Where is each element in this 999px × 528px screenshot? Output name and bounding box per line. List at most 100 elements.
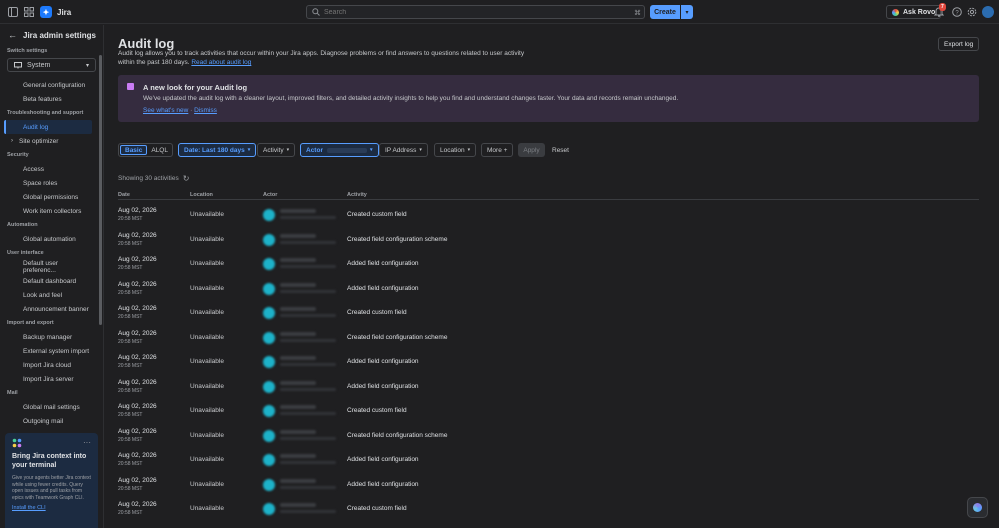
see-whats-new-link[interactable]: See what's new xyxy=(143,107,188,114)
reset-button[interactable]: Reset xyxy=(552,143,569,157)
sidebar-item-import-jira-server[interactable]: Import Jira server xyxy=(4,372,92,386)
actor-name-redacted xyxy=(280,380,316,385)
sidebar-item-outgoing-mail[interactable]: Outgoing mail xyxy=(4,414,92,428)
rovo-chat-button[interactable] xyxy=(967,497,988,518)
sidebar-item-external-system-import[interactable]: External system import xyxy=(4,344,92,358)
row-time: 20:58 MST xyxy=(118,338,143,345)
sidebar-item-general-configuration[interactable]: General configuration xyxy=(4,78,92,92)
actor-email-redacted xyxy=(280,436,336,440)
app-switcher-icon[interactable] xyxy=(22,5,36,19)
column-header-location[interactable]: Location xyxy=(190,192,213,198)
section-automation: Automation xyxy=(7,222,38,228)
settings-gear-icon[interactable] xyxy=(965,5,979,19)
sidebar-item-space-roles[interactable]: Space roles xyxy=(4,176,92,190)
jira-home-link[interactable]: ✦ Jira xyxy=(40,6,71,18)
activity-count: Showing 30 activities ↻ xyxy=(118,174,189,183)
install-cli-link[interactable]: Install the CLI xyxy=(12,505,91,511)
new-look-banner: A new look for your Audit log We've upda… xyxy=(118,75,979,122)
table-row[interactable]: Aug 02, 2026 20:58 MST Unavailable Added fi… xyxy=(118,252,979,277)
column-header-actor[interactable]: Actor xyxy=(263,192,277,198)
actor-name-redacted xyxy=(280,503,316,507)
table-row[interactable]: Aug 02, 2026 20:58 MST Unavailable Created … xyxy=(118,326,979,351)
table-row[interactable]: Aug 02, 2026 20:58 MST Unavailable Created … xyxy=(118,497,979,522)
more-filters-button[interactable]: More + xyxy=(481,143,514,157)
create-dropdown-chevron-icon[interactable]: ▾ xyxy=(681,5,693,19)
row-date: Aug 02, 2026 xyxy=(118,329,157,337)
table-row[interactable]: Aug 02, 2026 20:58 MST Unavailable Added fi… xyxy=(118,375,979,400)
user-avatar[interactable] xyxy=(982,6,994,18)
location-filter[interactable]: Location ▾ xyxy=(434,143,477,157)
ask-rovo-button[interactable]: Ask Rovo xyxy=(886,5,942,19)
section-security: Security xyxy=(7,152,29,158)
sidebar-item-backup-manager[interactable]: Backup manager xyxy=(4,330,92,344)
actor-filter[interactable]: Actor ▾ xyxy=(300,143,379,157)
sidebar-item-default-dashboard[interactable]: Default dashboard xyxy=(4,274,92,288)
read-about-audit-log-link[interactable]: Read about audit log xyxy=(191,59,251,66)
row-time: 20:58 MST xyxy=(118,485,143,492)
sidebar-item-beta-features[interactable]: Beta features xyxy=(4,92,92,106)
create-button[interactable]: Create xyxy=(650,5,680,19)
sidebar-header: ← Jira admin settings xyxy=(0,25,103,45)
table-row[interactable]: Aug 02, 2026 20:58 MST Unavailable Created … xyxy=(118,228,979,253)
table-row[interactable]: Aug 02, 2026 20:58 MST Unavailable Added fi… xyxy=(118,473,979,498)
rovo-icon xyxy=(973,503,982,512)
row-activity: Created field configuration scheme xyxy=(347,235,448,243)
sidebar-item-audit-log[interactable]: Audit log xyxy=(4,120,92,134)
apply-button[interactable]: Apply xyxy=(518,143,545,157)
column-header-activity[interactable]: Activity xyxy=(347,192,367,198)
actor-email-redacted xyxy=(280,265,336,268)
dismiss-link[interactable]: Dismiss xyxy=(194,107,217,114)
table-header: Date Location Actor Activity xyxy=(118,189,979,200)
table-row[interactable]: Aug 02, 2026 20:58 MST Unavailable Added fi… xyxy=(118,277,979,302)
column-header-date[interactable]: Date xyxy=(118,192,130,198)
table-row[interactable]: Aug 02, 2026 20:58 MST Unavailable Created … xyxy=(118,301,979,326)
actor-email-redacted xyxy=(280,387,336,391)
more-options-icon[interactable]: ··· xyxy=(83,438,91,447)
row-location: Unavailable xyxy=(190,358,224,365)
sidebar-item-import-jira-cloud[interactable]: Import Jira cloud xyxy=(4,358,92,372)
alql-mode-button[interactable]: ALQL xyxy=(147,145,172,155)
date-filter[interactable]: Date: Last 180 days ▾ xyxy=(178,143,257,157)
table-row[interactable]: Aug 02, 2026 20:58 MST Unavailable Created … xyxy=(118,424,979,449)
ip-address-filter[interactable]: IP Address ▾ xyxy=(379,143,428,157)
sidebar-item-global-permissions[interactable]: Global permissions xyxy=(4,190,92,204)
row-time: 20:58 MST xyxy=(118,436,143,443)
announcement-icon xyxy=(127,83,134,90)
help-icon[interactable]: ? xyxy=(950,5,964,19)
table-row[interactable]: Aug 02, 2026 20:58 MST Unavailable Added fi… xyxy=(118,350,979,375)
table-row[interactable]: Aug 02, 2026 20:58 MST Unavailable Created … xyxy=(118,399,979,424)
basic-mode-button[interactable]: Basic xyxy=(120,145,148,155)
sidebar-item-announcement-banner[interactable]: Announcement banner xyxy=(4,302,92,316)
sidebar-item-work-item-collectors[interactable]: Work item collectors xyxy=(4,204,92,218)
export-log-button[interactable]: Export log xyxy=(938,37,980,51)
row-time: 20:58 MST xyxy=(118,461,143,467)
table-row[interactable]: Aug 02, 2026 20:58 MST Unavailable Added fi… xyxy=(118,448,979,473)
table-row[interactable]: Aug 02, 2026 20:58 MST Unavailable Created … xyxy=(118,203,979,228)
activity-filter[interactable]: Activity ▾ xyxy=(257,143,296,157)
back-arrow-icon[interactable]: ← xyxy=(8,30,17,40)
search-box[interactable]: ⌘ xyxy=(306,5,645,19)
switch-settings-select[interactable]: System ▾ xyxy=(7,58,96,72)
actor-name-redacted xyxy=(280,331,316,336)
jira-logo-icon: ✦ xyxy=(40,6,52,18)
sidebar-item-default-user-preferences[interactable]: Default user preferenc... xyxy=(4,260,92,274)
row-activity: Created custom field xyxy=(347,505,407,512)
sidebar-item-site-optimizer[interactable]: › Site optimizer xyxy=(4,134,92,148)
sidebar-scrollbar[interactable] xyxy=(99,55,102,325)
row-location: Unavailable xyxy=(190,431,224,439)
sidebar-item-look-and-feel[interactable]: Look and feel xyxy=(4,288,92,302)
section-mail: Mail xyxy=(7,390,18,396)
sidebar-item-access[interactable]: Access xyxy=(4,162,92,176)
refresh-icon[interactable]: ↻ xyxy=(183,174,190,183)
banner-links: See what's new · Dismiss xyxy=(143,107,217,114)
row-date: Aug 02, 2026 xyxy=(118,427,157,435)
row-activity: Added field configuration xyxy=(347,382,419,390)
sidebar-item-global-mail-settings[interactable]: Global mail settings xyxy=(4,400,92,414)
sidebar-toggle-icon[interactable] xyxy=(6,5,20,19)
row-date: Aug 02, 2026 xyxy=(118,452,157,459)
row-location: Unavailable xyxy=(190,407,224,414)
activity-count-text: Showing 30 activities xyxy=(118,175,179,182)
row-date: Aug 02, 2026 xyxy=(118,403,157,410)
sidebar-item-global-automation[interactable]: Global automation xyxy=(4,232,92,246)
search-input[interactable] xyxy=(324,8,624,16)
